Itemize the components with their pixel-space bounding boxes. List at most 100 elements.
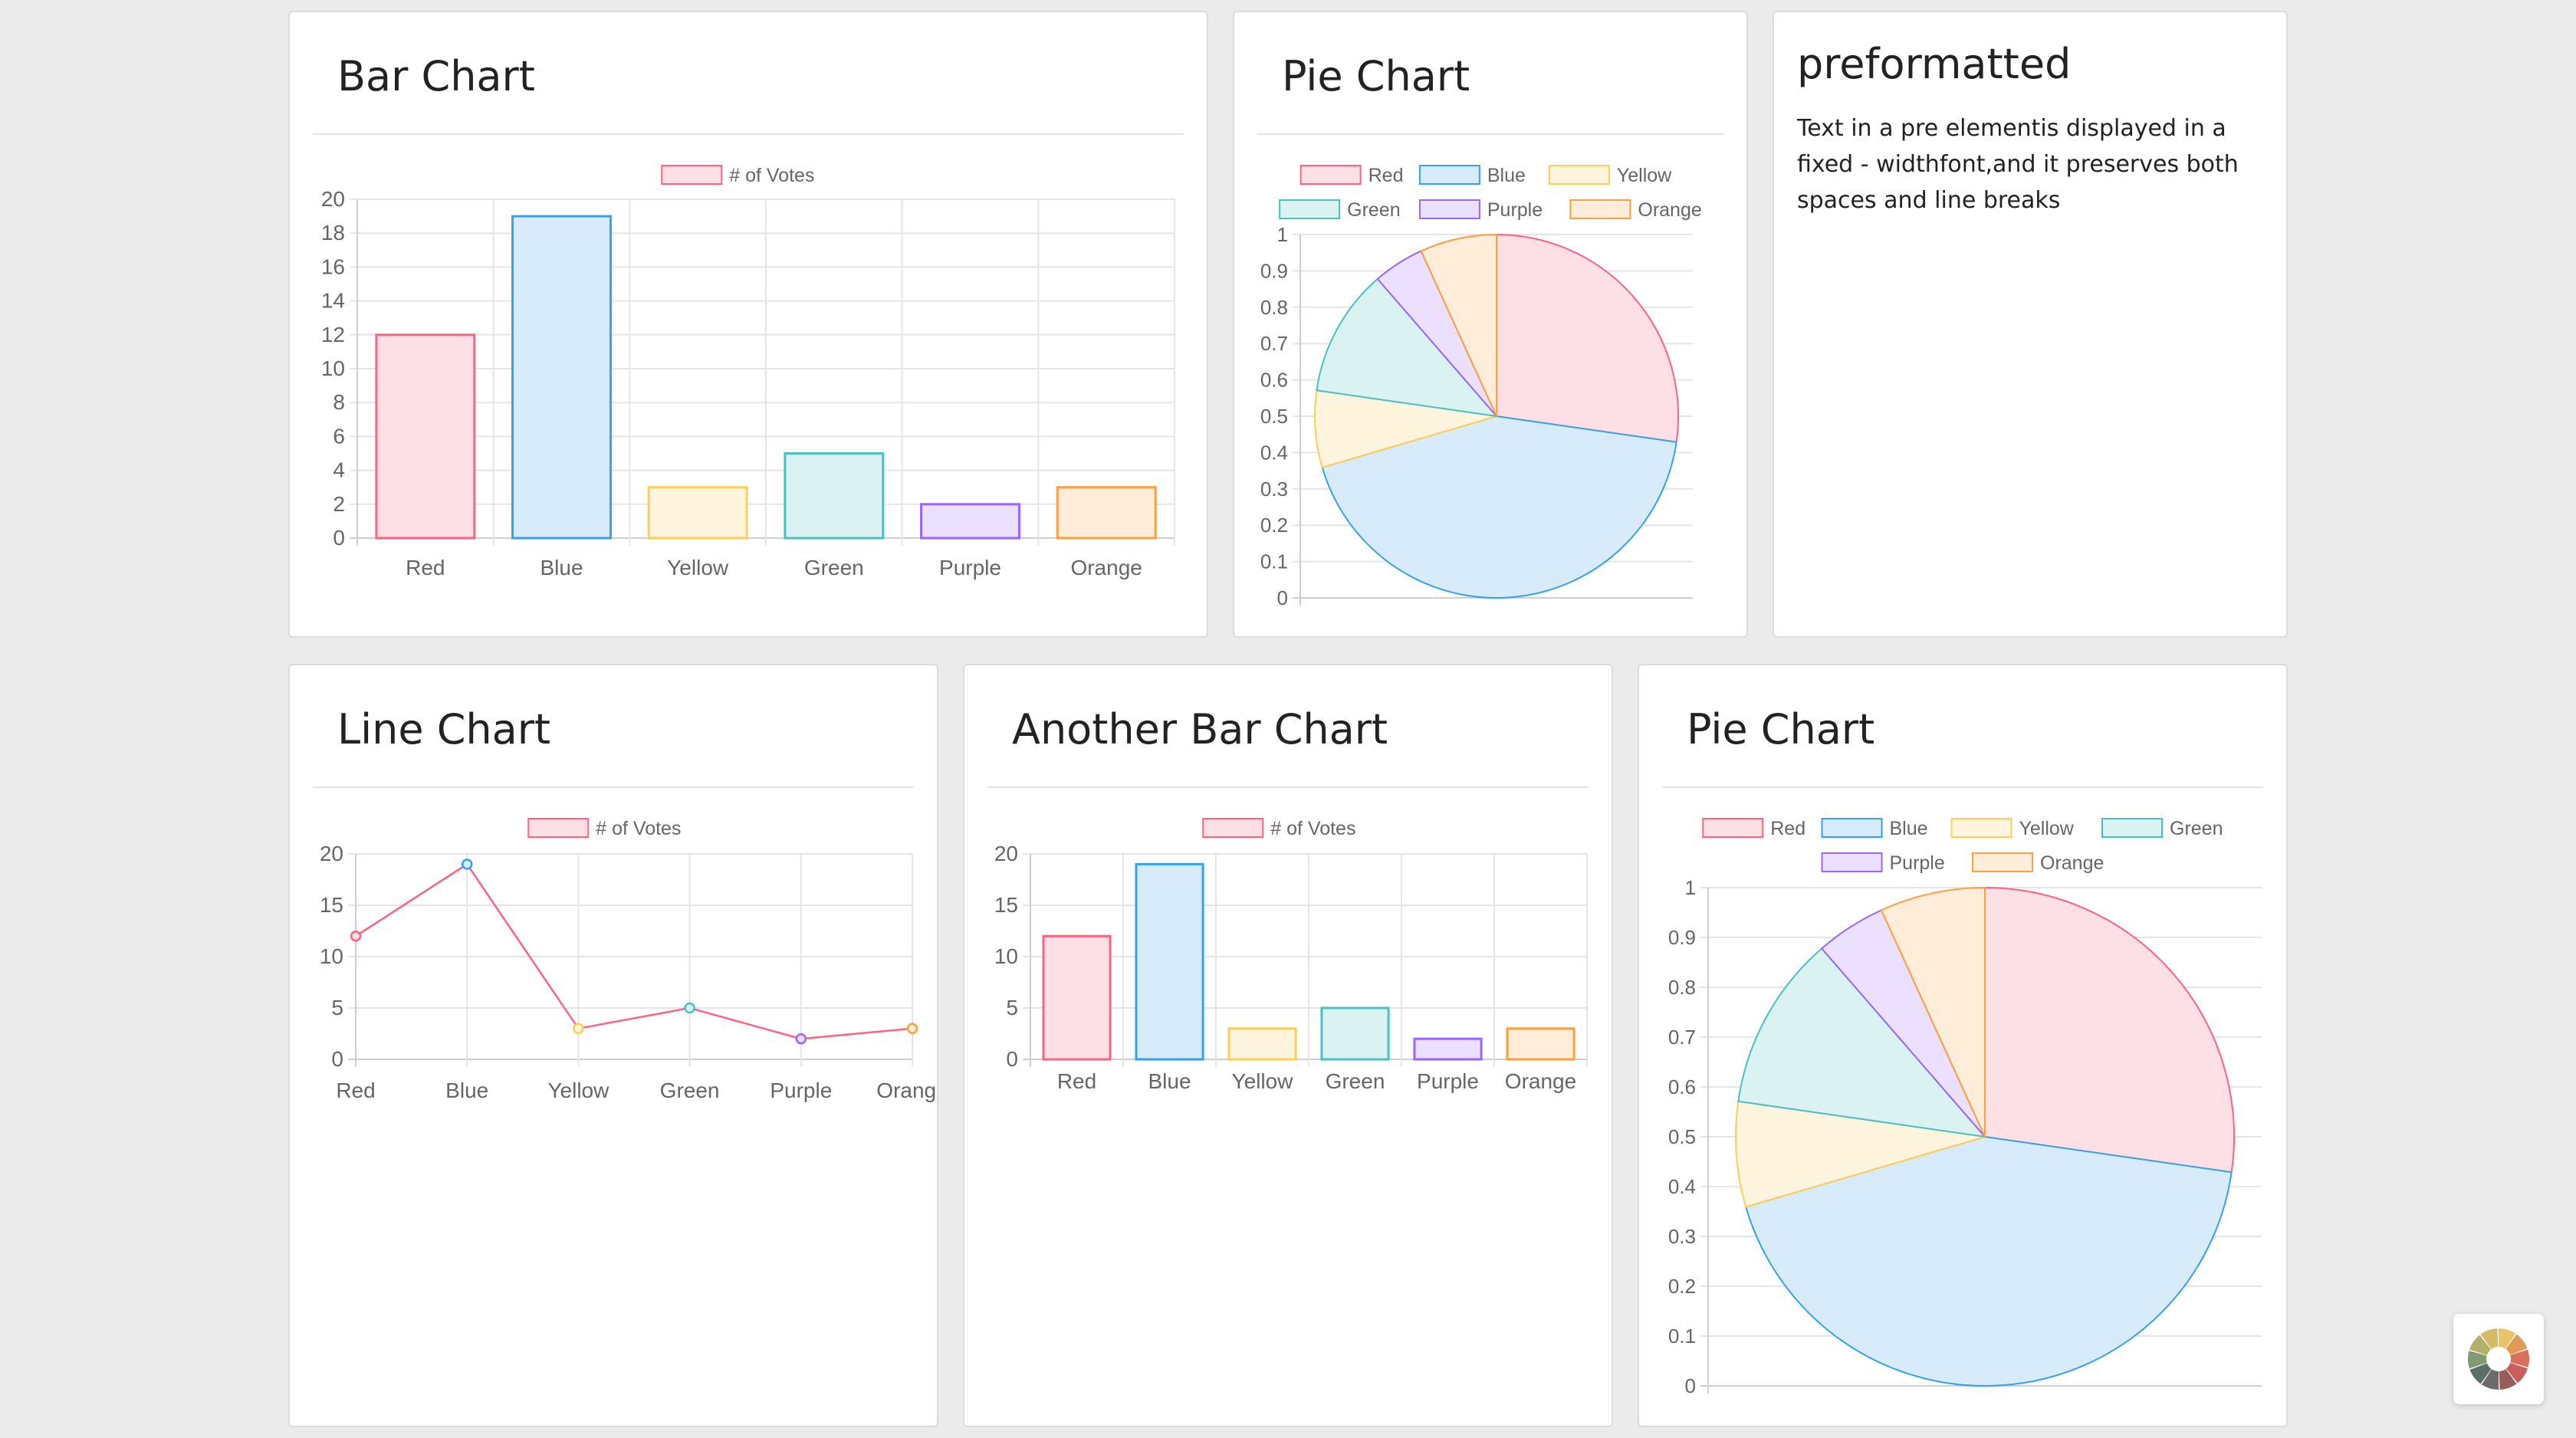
line-chart: # of Votes 0 5 10 15 20 Red Blue Yellow Green Purp… [320,818,937,1102]
legend-swatch [1418,165,1480,185]
x-tick-label: Orange [876,1078,937,1102]
y-tick-label: 20 [321,187,345,211]
legend-swatch [1972,852,2033,872]
bar-green [784,452,885,540]
legend-swatch [1300,165,1362,185]
y-tick-label: 12 [321,323,345,346]
y-tick-label: 0.5 [1260,405,1288,428]
y-tick-label: 10 [994,944,1018,968]
y-tick-label: 10 [321,356,345,380]
x-tick-label: Red [336,1078,375,1102]
x-tick-label: Yellow [547,1078,610,1102]
y-tick-label: 0 [333,526,345,550]
x-tick-label: Purple [939,556,1001,579]
point-red [350,930,362,942]
y-tick-label: 0.9 [1668,926,1696,949]
y-tick-label: 0.3 [1668,1225,1696,1248]
x-tick-label: Blue [1148,1069,1191,1093]
x-tick-label: Yellow [1232,1069,1294,1093]
bar-red [1042,934,1112,1061]
y-tick-label: 0.3 [1260,478,1288,501]
pie-chart-large: Red Blue Yellow Green Purple Orange 0 0.1 0.2 0.3… [1668,818,2262,1397]
legend-label: Orange [2040,852,2104,874]
y-tick-label: 0.1 [1260,550,1288,573]
legend-label: Purple [1487,199,1543,221]
y-tick-label: 15 [994,893,1018,917]
legend-swatch [2101,818,2163,838]
point-purple [795,1033,807,1045]
y-tick-label: 1 [1685,876,1696,899]
bar-blue [1135,862,1204,1061]
point-orange [906,1023,918,1035]
legend-label: Green [2170,818,2223,839]
x-tick-label: Green [804,556,864,579]
legend-swatch [527,818,590,838]
bar-blue [511,215,612,540]
bar-orange [1056,486,1157,540]
x-tick-label: Blue [445,1078,488,1102]
y-tick-label: 1 [1277,223,1288,246]
legend-label: Red [1770,818,1806,839]
legend-swatch [1821,818,1883,838]
y-tick-label: 0 [1006,1047,1018,1071]
legend-label: Yellow [1617,165,1672,186]
x-tick-label: Blue [540,556,583,579]
legend-label: Green [1347,199,1400,221]
y-tick-label: 0.7 [1260,332,1288,355]
y-tick-label: 8 [333,390,345,414]
y-tick-label: 6 [333,424,345,448]
bar-orange [1506,1027,1576,1061]
x-tick-label: Green [660,1078,720,1102]
y-tick-label: 0.6 [1668,1075,1696,1098]
slice-red [1984,886,2235,1174]
x-tick-label: Green [1326,1069,1385,1093]
y-tick-label: 4 [333,458,345,482]
legend-swatch [1279,199,1341,219]
bar-yellow [647,486,748,540]
legend-swatch [661,165,723,185]
pie-chart-card: Pie Chart Red Blue Yellow Green Purple Orange… [1233,11,1748,638]
bar-chart: # of Votes 0 2 4 6 8 10 12 14 16 18 20 Red Blue Yellow… [321,165,1175,579]
bar-purple [1413,1037,1483,1061]
preformatted-card: preformatted Text in a pre elementis dis… [1773,11,2288,638]
y-tick-label: 5 [1006,996,1018,1019]
y-tick-label: 0.4 [1260,441,1288,464]
series-line [355,862,913,1040]
y-tick-label: 14 [321,289,345,313]
pie-chart-card-large: Pie Chart Red Blue Yellow Green Purple Orange… [1638,664,2288,1427]
y-tick-label: 0.6 [1260,369,1288,392]
y-tick-label: 0 [1685,1374,1696,1397]
legend-swatch [1950,818,2013,838]
y-tick-label: 16 [321,254,345,278]
legend-swatch [1569,199,1631,219]
legend-swatch [1202,818,1264,838]
preformatted-text: Text in a pre elementis displayed in a f… [1797,115,2239,214]
y-tick-label: 2 [333,492,345,516]
card-title: preformatted [1797,40,2072,88]
x-tick-label: Orange [1070,556,1142,579]
legend-label: # of Votes [596,818,681,839]
bar-yellow [1227,1027,1297,1061]
y-tick-label: 20 [320,842,343,865]
y-tick-label: 0.2 [1260,514,1288,537]
legend-label: Blue [1890,818,1928,839]
line-chart-card: Line Chart # of Votes 0 5 10 15 20 Red Blue Yell… [288,664,938,1427]
y-tick-label: 18 [321,221,345,245]
legend-label: # of Votes [729,165,814,186]
legend-label: Orange [1638,199,1701,221]
legend-swatch [1702,818,1764,838]
theme-color-button[interactable] [2453,1314,2544,1404]
point-green [684,1002,695,1014]
x-tick-label: Red [1057,1069,1096,1093]
legend-swatch [1548,165,1610,185]
another-bar-chart: # of Votes 0 5 10 15 20 Red Blue Yellow Green Purp… [994,818,1588,1093]
y-tick-label: 0.4 [1668,1175,1696,1198]
x-tick-label: Purple [1417,1069,1479,1093]
y-tick-label: 20 [994,842,1018,865]
legend-label: Yellow [2019,818,2075,839]
point-blue [461,859,473,870]
bar-red [375,333,476,540]
legend-label: Blue [1487,165,1526,186]
y-tick-label: 0.9 [1260,259,1288,282]
legend-label: Red [1368,165,1404,186]
